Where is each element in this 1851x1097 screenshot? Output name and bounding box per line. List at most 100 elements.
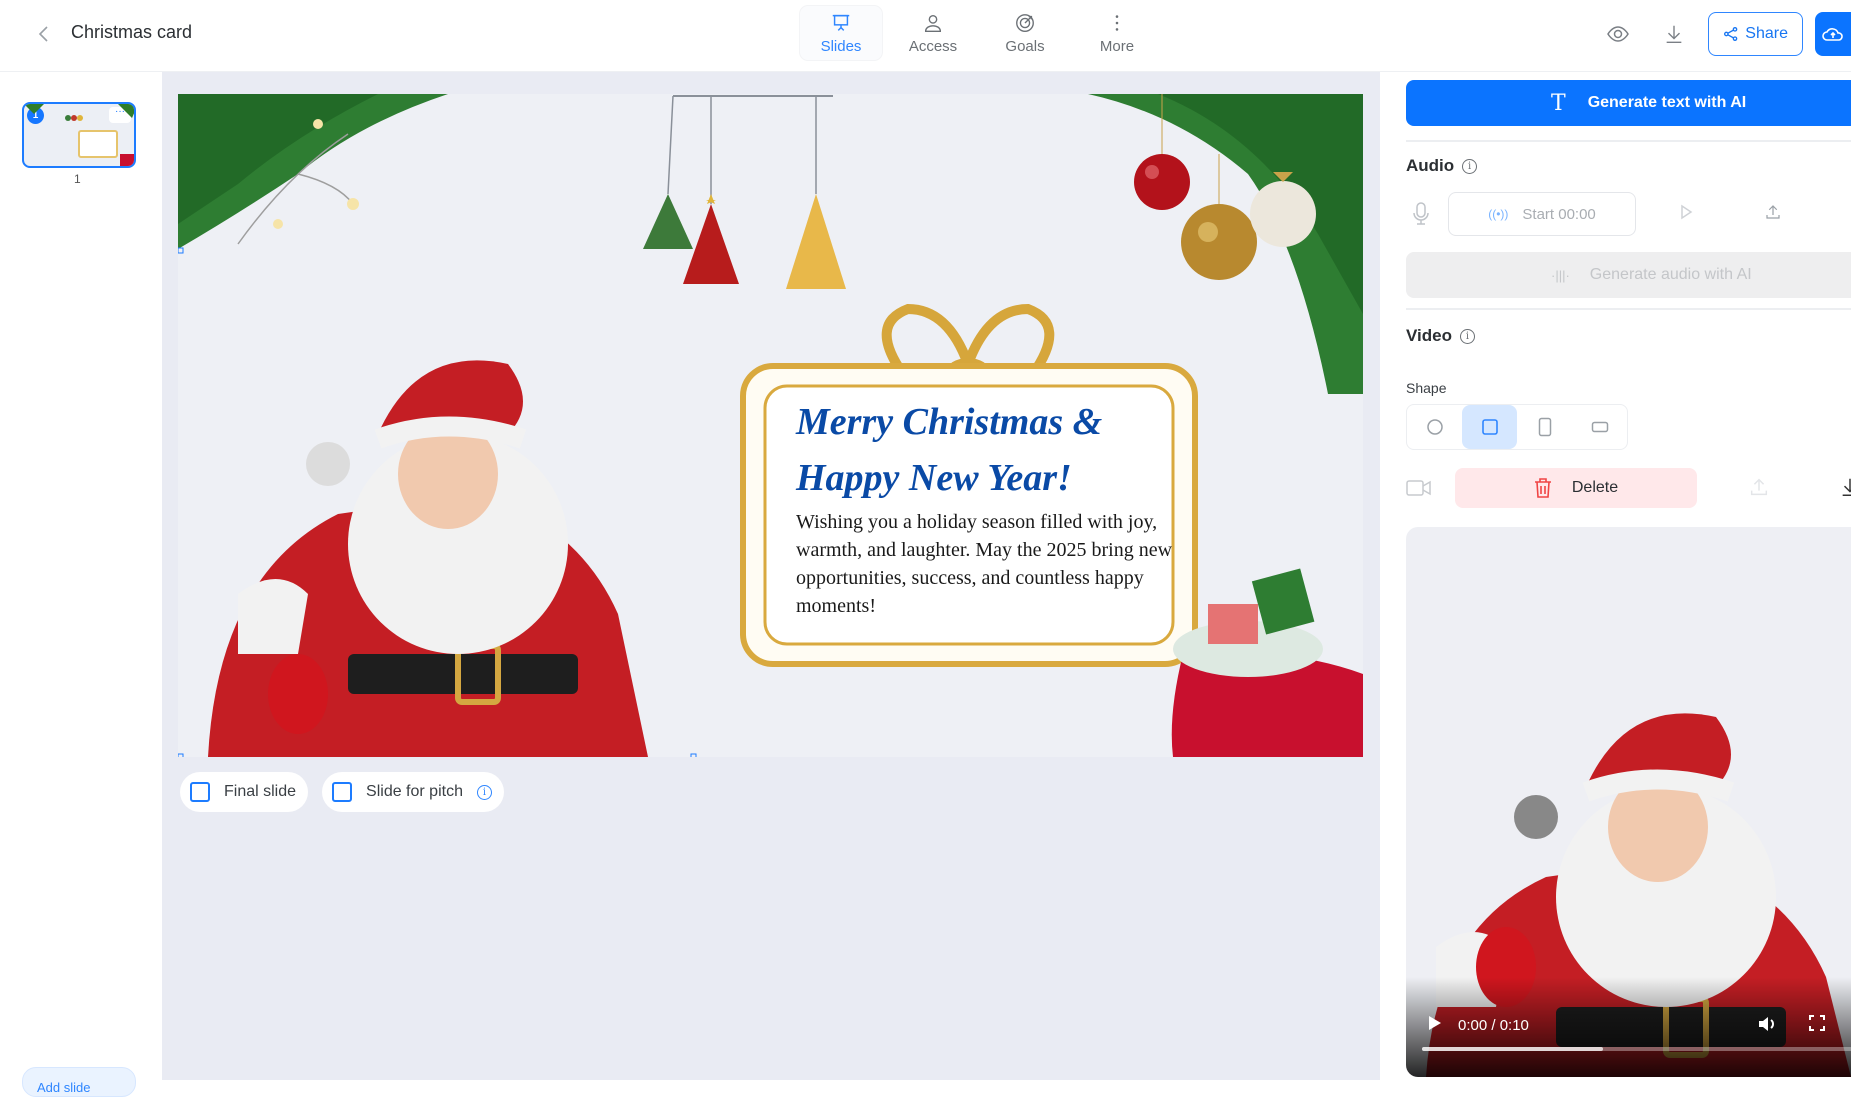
camera-button[interactable] bbox=[1406, 478, 1432, 503]
final-slide-checkbox[interactable]: Final slide bbox=[180, 772, 309, 812]
back-button[interactable] bbox=[32, 22, 56, 46]
video-buffered bbox=[1422, 1047, 1603, 1051]
download-icon bbox=[1842, 478, 1851, 496]
record-icon: ((•)) bbox=[1488, 207, 1509, 221]
final-slide-box[interactable] bbox=[190, 782, 210, 802]
thumbnail-decor bbox=[24, 104, 134, 166]
slides-sidebar: 1 ··· 1 Add slide bbox=[0, 72, 162, 1097]
divider bbox=[1406, 308, 1851, 310]
preview-button[interactable] bbox=[1596, 12, 1640, 56]
cloud-upload-icon bbox=[1822, 28, 1843, 41]
delete-video-button[interactable]: Delete bbox=[1455, 468, 1697, 508]
volume-icon bbox=[1759, 1017, 1774, 1031]
share-icon bbox=[1724, 27, 1738, 41]
waveform-icon: ·|||· bbox=[1551, 267, 1570, 283]
video-player[interactable]: 0:00 / 0:10 bbox=[1406, 527, 1851, 1077]
upload-icon bbox=[1750, 478, 1768, 496]
start-recording-label: Start 00:00 bbox=[1522, 205, 1596, 223]
generate-audio-ai-button[interactable]: ·|||· Generate audio with AI bbox=[1406, 252, 1851, 298]
text-icon: T bbox=[1551, 90, 1566, 116]
tab-more[interactable]: More bbox=[1076, 6, 1158, 60]
document-title[interactable]: Christmas card bbox=[71, 22, 192, 43]
more-vertical-icon bbox=[1115, 14, 1119, 31]
fullscreen-button[interactable] bbox=[1809, 1015, 1825, 1036]
slide-options: Final slide Slide for pitch i bbox=[180, 772, 504, 812]
pine-branch-top-left bbox=[178, 94, 448, 249]
trash-icon bbox=[1534, 478, 1551, 498]
shape-option-landscape[interactable] bbox=[1572, 405, 1627, 449]
santa-image bbox=[208, 360, 648, 757]
info-icon[interactable]: i bbox=[476, 784, 492, 800]
info-icon[interactable]: i bbox=[1459, 328, 1475, 344]
slide-thumbnail-number: 1 bbox=[74, 172, 81, 186]
tab-more-label: More bbox=[1099, 37, 1135, 55]
slide-canvas[interactable]: Merry Christmas & Happy New Year! Wishin… bbox=[178, 94, 1363, 757]
divider bbox=[1406, 140, 1851, 142]
eye-icon bbox=[1607, 26, 1630, 42]
fullscreen-icon bbox=[1809, 1015, 1825, 1031]
slide-thumbnail[interactable]: 1 ··· bbox=[22, 102, 136, 168]
slide-for-pitch-box[interactable] bbox=[332, 782, 353, 802]
start-recording-button[interactable]: ((•)) Start 00:00 bbox=[1448, 192, 1636, 236]
tab-slides[interactable]: Slides bbox=[800, 6, 882, 60]
shape-selector bbox=[1406, 404, 1628, 450]
card-heading[interactable]: Merry Christmas & Happy New Year! bbox=[796, 394, 1196, 506]
download-video-button[interactable] bbox=[1839, 476, 1851, 503]
generate-audio-label: Generate audio with AI bbox=[1589, 266, 1752, 283]
chevron-left-icon bbox=[38, 26, 48, 42]
volume-button[interactable] bbox=[1758, 1015, 1778, 1038]
share-button[interactable]: Share bbox=[1708, 12, 1803, 56]
share-label: Share bbox=[1745, 25, 1788, 42]
slide-for-pitch-label: Slide for pitch bbox=[366, 783, 463, 800]
final-slide-label: Final slide bbox=[224, 783, 297, 800]
circle-icon bbox=[1426, 419, 1443, 435]
shape-option-circle[interactable] bbox=[1407, 405, 1462, 449]
user-icon bbox=[924, 14, 942, 32]
video-controls: 0:00 / 0:10 bbox=[1406, 977, 1851, 1077]
video-title: Video bbox=[1406, 326, 1452, 345]
play-icon bbox=[1429, 1016, 1441, 1030]
download-icon bbox=[1666, 25, 1682, 43]
top-actions: Share bbox=[1596, 12, 1851, 56]
play-icon bbox=[1681, 204, 1693, 220]
shape-option-square[interactable] bbox=[1462, 405, 1517, 449]
slide-for-pitch-checkbox[interactable]: Slide for pitch i bbox=[322, 772, 504, 812]
audio-section-title: Audio i bbox=[1406, 156, 1478, 176]
info-icon[interactable]: i bbox=[1462, 158, 1478, 174]
portrait-icon bbox=[1538, 417, 1551, 437]
add-slide-button[interactable]: Add slide bbox=[22, 1067, 136, 1097]
card-body-text[interactable]: Wishing you a holiday season filled with… bbox=[796, 508, 1208, 620]
generate-text-ai-button[interactable]: T Generate text with AI bbox=[1406, 80, 1851, 126]
main-nav: Slides Access Goals More bbox=[800, 6, 1158, 60]
target-icon bbox=[1016, 13, 1034, 32]
hanging-trees bbox=[643, 95, 846, 289]
video-progress-bar[interactable] bbox=[1422, 1047, 1851, 1051]
upload-icon bbox=[1766, 205, 1780, 219]
audio-title: Audio bbox=[1406, 156, 1455, 175]
shape-label: Shape bbox=[1406, 380, 1447, 396]
landscape-icon bbox=[1591, 421, 1608, 433]
square-icon bbox=[1481, 419, 1498, 435]
card-heading-line-2: Happy New Year! bbox=[796, 457, 1072, 499]
tab-access-label: Access bbox=[908, 37, 958, 55]
tab-goals-label: Goals bbox=[1005, 37, 1045, 55]
shape-option-portrait[interactable] bbox=[1517, 405, 1572, 449]
upload-audio-button[interactable] bbox=[1764, 203, 1782, 226]
tab-goals[interactable]: Goals bbox=[984, 6, 1066, 60]
microphone-icon[interactable] bbox=[1412, 202, 1430, 231]
upload-video-button[interactable] bbox=[1748, 476, 1770, 503]
play-audio-button[interactable] bbox=[1678, 204, 1694, 225]
top-bar: Christmas card Slides Access Goals More … bbox=[0, 0, 1851, 72]
video-section-title: Video i bbox=[1406, 326, 1475, 346]
presentation-icon bbox=[832, 14, 850, 31]
download-button[interactable] bbox=[1652, 12, 1696, 56]
slide-stage: Merry Christmas & Happy New Year! Wishin… bbox=[162, 72, 1380, 1080]
play-button[interactable] bbox=[1428, 1015, 1442, 1036]
video-camera-icon bbox=[1406, 480, 1431, 496]
card-heading-line-1: Merry Christmas & bbox=[796, 401, 1103, 443]
video-time: 0:00 / 0:10 bbox=[1458, 1017, 1529, 1034]
generate-text-label: Generate text with AI bbox=[1587, 94, 1747, 111]
publish-button[interactable] bbox=[1815, 12, 1851, 56]
tab-access[interactable]: Access bbox=[892, 6, 974, 60]
delete-label: Delete bbox=[1571, 479, 1619, 496]
